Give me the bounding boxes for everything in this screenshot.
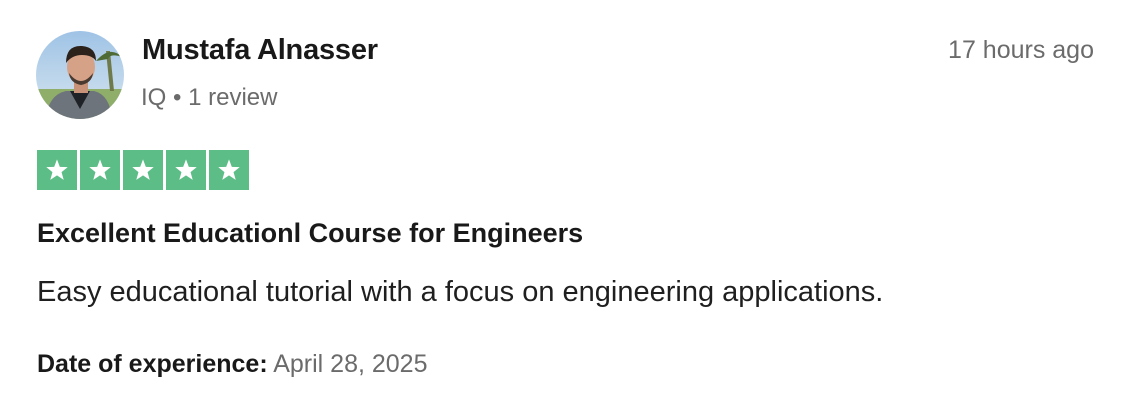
date-of-experience: Date of experience: April 28, 2025 <box>37 350 428 379</box>
star-icon <box>123 150 163 190</box>
reviewer-country: IQ <box>141 84 167 111</box>
star-rating <box>37 150 249 190</box>
star-icon <box>166 150 206 190</box>
star-icon <box>80 150 120 190</box>
review-timestamp: 17 hours ago <box>948 36 1094 64</box>
meta-separator: • <box>173 84 182 111</box>
review-card: Mustafa Alnasser IQ • 1 review 17 hours … <box>0 0 1130 410</box>
reviewer-review-count: 1 review <box>188 84 278 111</box>
reviewer-meta: IQ • 1 review <box>141 84 277 112</box>
reviewer-name[interactable]: Mustafa Alnasser <box>142 34 378 67</box>
experience-label: Date of experience: <box>37 350 268 378</box>
avatar[interactable] <box>36 31 124 119</box>
avatar-image <box>36 31 124 119</box>
review-body: Easy educational tutorial with a focus o… <box>37 276 884 308</box>
experience-date: April 28, 2025 <box>273 350 428 378</box>
review-title[interactable]: Excellent Educationl Course for Engineer… <box>37 218 583 249</box>
star-icon <box>37 150 77 190</box>
star-icon <box>209 150 249 190</box>
